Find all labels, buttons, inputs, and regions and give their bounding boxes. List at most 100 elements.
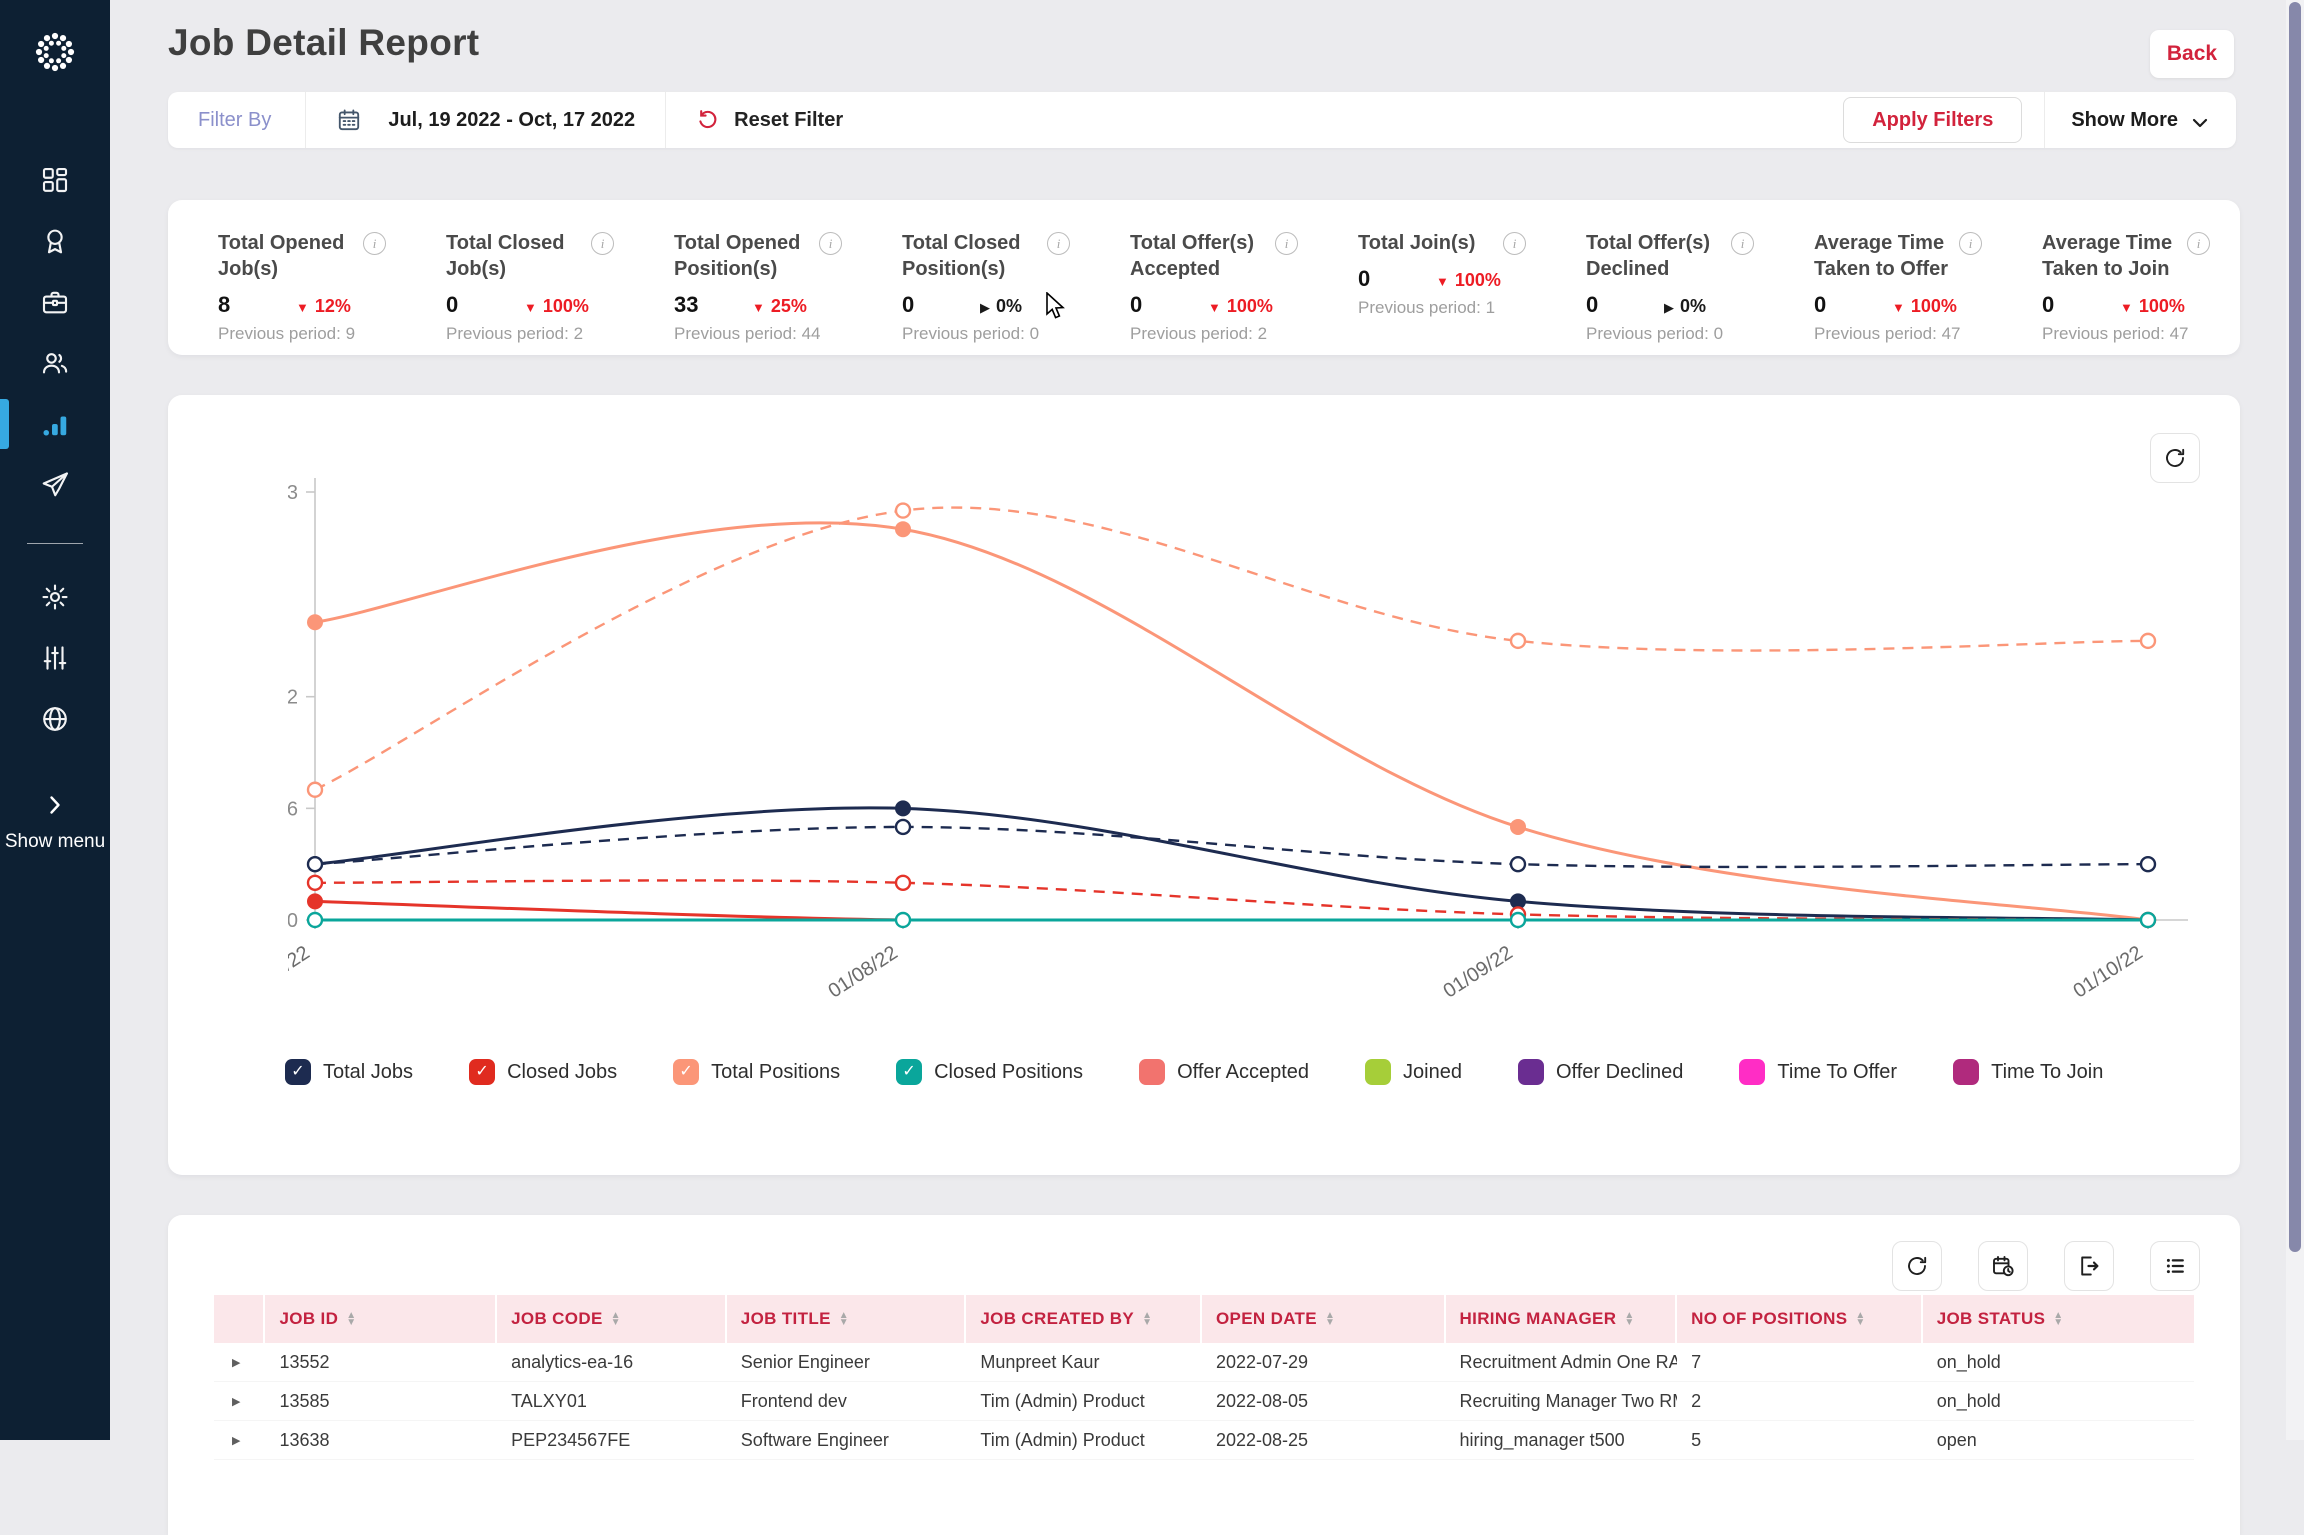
legend-item-time-to-offer[interactable]: ✓ Time To Offer	[1739, 1059, 1897, 1085]
award-icon[interactable]	[40, 226, 70, 256]
table-row[interactable]: ▶ 13638 PEP234567FE Software Engineer Ti…	[214, 1421, 2194, 1460]
sort-icon[interactable]: ▲▼	[611, 1312, 621, 1326]
date-range-value[interactable]: Jul, 19 2022 - Oct, 17 2022	[388, 109, 635, 132]
cell-job-code: analytics-ea-16	[497, 1352, 727, 1373]
column-header-job-code[interactable]: JOB CODE▲▼	[497, 1295, 727, 1343]
dashboard-icon[interactable]	[40, 165, 70, 195]
legend-item-offer-accepted[interactable]: ✓ Offer Accepted	[1139, 1059, 1309, 1085]
legend-checkbox[interactable]: ✓	[1365, 1059, 1391, 1085]
row-expand-icon[interactable]: ▶	[214, 1356, 265, 1369]
legend-checkbox[interactable]: ✓	[1518, 1059, 1544, 1085]
legend-item-total-jobs[interactable]: ✓ Total Jobs	[285, 1059, 413, 1085]
table-refresh-button[interactable]	[1892, 1241, 1942, 1291]
legend-item-closed-jobs[interactable]: ✓ Closed Jobs	[469, 1059, 617, 1085]
kpi-previous-period: Previous period: 2	[1130, 324, 1358, 344]
legend-checkbox[interactable]: ✓	[1953, 1059, 1979, 1085]
line-chart: 06122301/07/2201/08/2201/09/2201/10/22	[288, 445, 2188, 1005]
column-header-hiring-manager[interactable]: HIRING MANAGER▲▼	[1446, 1295, 1678, 1343]
back-button[interactable]: Back	[2150, 30, 2234, 78]
show-menu-label: Show menu	[0, 829, 110, 855]
legend-checkbox[interactable]: ✓	[1139, 1059, 1165, 1085]
legend-item-offer-declined[interactable]: ✓ Offer Declined	[1518, 1059, 1683, 1085]
column-header-job-title[interactable]: JOB TITLE▲▼	[727, 1295, 967, 1343]
schedule-report-button[interactable]	[1978, 1241, 2028, 1291]
sort-icon[interactable]: ▲▼	[1855, 1312, 1865, 1326]
kpi-previous-period: Previous period: 2	[446, 324, 674, 344]
kpi-previous-period: Previous period: 1	[1358, 298, 1586, 318]
analytics-icon[interactable]	[40, 409, 70, 439]
info-icon[interactable]: i	[591, 232, 614, 255]
page-scrollbar[interactable]	[2286, 0, 2304, 1440]
legend-item-time-to-join[interactable]: ✓ Time To Join	[1953, 1059, 2103, 1085]
cell-open-date: 2022-08-05	[1202, 1391, 1446, 1412]
checkmark-icon: ✓	[475, 1064, 488, 1080]
info-icon[interactable]: i	[363, 232, 386, 255]
table-row[interactable]: ▶ 13552 analytics-ea-16 Senior Engineer …	[214, 1343, 2194, 1382]
column-header-job-id[interactable]: JOB ID▲▼	[265, 1295, 497, 1343]
info-icon[interactable]: i	[1047, 232, 1070, 255]
apply-filters-button[interactable]: Apply Filters	[1843, 97, 2022, 143]
kpi-previous-period: Previous period: 0	[1586, 324, 1814, 344]
kpi-previous-period: Previous period: 0	[902, 324, 1130, 344]
send-icon[interactable]	[40, 470, 70, 500]
sort-icon[interactable]: ▲▼	[1142, 1312, 1152, 1326]
cell-job-id: 13638	[265, 1430, 497, 1451]
sliders-icon[interactable]	[40, 643, 70, 673]
info-icon[interactable]: i	[2187, 232, 2210, 255]
column-header-job-created-by[interactable]: JOB CREATED BY▲▼	[966, 1295, 1202, 1343]
sort-icon[interactable]: ▲▼	[1624, 1312, 1634, 1326]
sort-icon[interactable]: ▲▼	[839, 1312, 849, 1326]
table-row[interactable]: ▶ 13585 TALXY01 Frontend dev Tim (Admin)…	[214, 1382, 2194, 1421]
info-icon[interactable]: i	[1731, 232, 1754, 255]
legend-checkbox[interactable]: ✓	[896, 1059, 922, 1085]
kpi-total-closed-positions: Total Closed Position(s)i 0 ▶0% Previous…	[902, 200, 1130, 355]
legend-item-total-positions[interactable]: ✓ Total Positions	[673, 1059, 840, 1085]
column-header-open-date[interactable]: OPEN DATE▲▼	[1202, 1295, 1446, 1343]
briefcase-icon[interactable]	[40, 287, 70, 317]
legend-item-joined[interactable]: ✓ Joined	[1365, 1059, 1462, 1085]
trend-arrow-icon: ▼	[1892, 300, 1905, 315]
reset-filter-button[interactable]: Reset Filter	[666, 92, 873, 148]
sort-icon[interactable]: ▲▼	[346, 1312, 356, 1326]
trend-chart-card: 06122301/07/2201/08/2201/09/2201/10/22 ✓…	[168, 395, 2240, 1175]
active-nav-indicator	[0, 399, 9, 449]
kpi-title: Total Closed Job(s)	[446, 230, 588, 282]
info-icon[interactable]: i	[1275, 232, 1298, 255]
trend-arrow-icon: ▼	[296, 300, 309, 315]
legend-checkbox[interactable]: ✓	[673, 1059, 699, 1085]
legend-checkbox[interactable]: ✓	[469, 1059, 495, 1085]
users-icon[interactable]	[40, 348, 70, 378]
sidebar: Show menu	[0, 0, 110, 1440]
row-expand-icon[interactable]: ▶	[214, 1434, 265, 1447]
app-logo-icon[interactable]	[27, 24, 83, 80]
kpi-title: Total Offer(s) Accepted	[1130, 230, 1272, 282]
job-table: JOB ID▲▼ JOB CODE▲▼ JOB TITLE▲▼ JOB CREA…	[214, 1295, 2194, 1460]
svg-text:01/07/22: 01/07/22	[288, 942, 314, 1003]
info-icon[interactable]: i	[1503, 232, 1526, 255]
legend-item-closed-positions[interactable]: ✓ Closed Positions	[896, 1059, 1083, 1085]
svg-text:0: 0	[288, 910, 298, 932]
legend-checkbox[interactable]: ✓	[285, 1059, 311, 1085]
globe-icon[interactable]	[40, 704, 70, 734]
column-header-no-of-positions[interactable]: NO OF POSITIONS▲▼	[1677, 1295, 1923, 1343]
filter-bar: Filter By Jul, 19 2022 - Oct, 17 2022 Re…	[168, 92, 2236, 148]
legend-checkbox[interactable]: ✓	[1739, 1059, 1765, 1085]
gear-icon[interactable]	[40, 582, 70, 612]
column-header-job-status[interactable]: JOB STATUS▲▼	[1923, 1295, 2194, 1343]
kpi-trend: ▶0%	[1664, 296, 1706, 317]
sort-icon[interactable]: ▲▼	[2053, 1312, 2063, 1326]
sort-icon[interactable]: ▲▼	[1325, 1312, 1335, 1326]
info-icon[interactable]: i	[1959, 232, 1982, 255]
info-icon[interactable]: i	[819, 232, 842, 255]
export-button[interactable]	[2064, 1241, 2114, 1291]
date-range-picker[interactable]: Jul, 19 2022 - Oct, 17 2022	[306, 92, 665, 148]
reset-filter-label: Reset Filter	[734, 109, 843, 132]
column-list-button[interactable]	[2150, 1241, 2200, 1291]
scrollbar-thumb[interactable]	[2289, 2, 2301, 1252]
row-expand-icon[interactable]: ▶	[214, 1395, 265, 1408]
cell-job-code: PEP234567FE	[497, 1430, 727, 1451]
show-more-dropdown[interactable]: Show More	[2045, 92, 2236, 148]
kpi-trend: ▼12%	[296, 296, 351, 317]
show-menu-control[interactable]: Show menu	[0, 795, 110, 855]
cell-job-title: Frontend dev	[727, 1391, 967, 1412]
